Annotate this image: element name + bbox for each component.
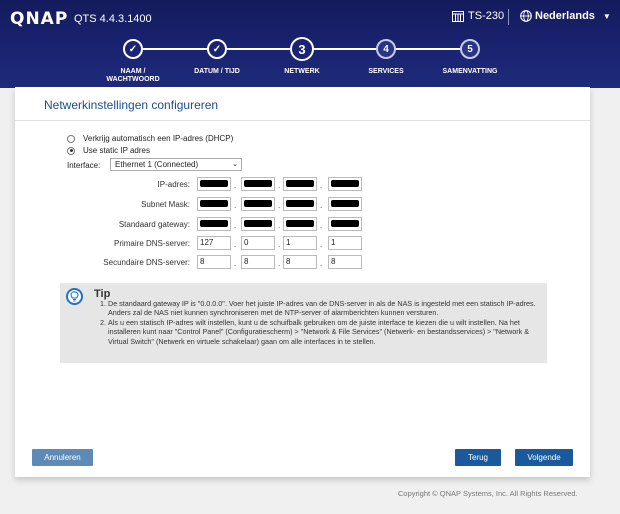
dns-primary-label: Primaire DNS-server: — [113, 239, 190, 248]
interface-select[interactable]: Ethernet 1 (Connected) ⌄ — [110, 158, 242, 171]
radio-static-option[interactable]: Use static IP adres — [67, 146, 150, 155]
interface-value: Ethernet 1 (Connected) — [115, 160, 199, 169]
octet-dot: . — [234, 181, 237, 190]
dns-secondary-label: Secundaire DNS-server: — [103, 258, 190, 267]
chevron-down-icon: ▼ — [602, 11, 611, 21]
title-divider — [15, 120, 590, 121]
tip-item: Als u een statisch IP-adres wilt instell… — [108, 318, 538, 346]
octet-dot: . — [234, 240, 237, 249]
ip-address-octet-3[interactable] — [283, 177, 317, 191]
device-info[interactable]: TS-230 — [452, 10, 504, 22]
redaction-mark — [244, 180, 272, 187]
subnet-mask-octet-3[interactable] — [283, 197, 317, 211]
globe-icon — [520, 10, 532, 22]
radio-dhcp[interactable] — [67, 134, 75, 143]
octet-dot: . — [278, 221, 281, 230]
header-divider — [508, 9, 509, 25]
tip-item: De standaard gateway IP is "0.0.0.0". Vo… — [108, 299, 538, 318]
language-label: Nederlands — [535, 10, 595, 22]
octet-dot: . — [320, 259, 323, 268]
radio-static-label: Use static IP adres — [83, 146, 150, 155]
interface-label: Interface: — [67, 161, 101, 170]
wizard-panel: Netwerkinstellingen configureren Verkrij… — [15, 87, 590, 477]
octet-dot: . — [278, 240, 281, 249]
octet-dot: . — [234, 221, 237, 230]
octet-dot: . — [234, 201, 237, 210]
step-3-circle: 3 — [290, 37, 314, 61]
page-title: Netwerkinstellingen configureren — [44, 98, 219, 112]
dns-primary-octet-2[interactable]: 0 — [241, 236, 275, 250]
octet-dot: . — [278, 201, 281, 210]
subnet-mask-octet-4[interactable] — [328, 197, 362, 211]
redaction-mark — [286, 180, 314, 187]
redaction-mark — [286, 220, 314, 227]
radio-static[interactable] — [67, 146, 75, 155]
subnet-mask-label: Subnet Mask: — [141, 200, 190, 209]
gateway-label: Standaard gateway: — [118, 220, 190, 229]
device-name: TS-230 — [468, 10, 505, 22]
tip-list: De standaard gateway IP is "0.0.0.0". Vo… — [98, 299, 538, 346]
next-button[interactable]: Volgende — [515, 449, 573, 466]
dns-secondary-octet-3[interactable]: 8 — [283, 255, 317, 269]
chevron-down-icon: ⌄ — [232, 161, 238, 168]
subnet-mask-octet-2[interactable] — [241, 197, 275, 211]
dns-primary-octet-4[interactable]: 1 — [328, 236, 362, 250]
step-2-circle: ✓ — [207, 39, 227, 59]
redaction-mark — [200, 220, 228, 227]
back-button[interactable]: Terug — [455, 449, 501, 466]
firmware-version: QTS 4.4.3.1400 — [74, 13, 152, 25]
step-5-label: SAMENVATTING — [442, 68, 498, 75]
redaction-mark — [286, 200, 314, 207]
gateway-octet-1[interactable] — [197, 217, 231, 231]
lightbulb-icon — [66, 288, 83, 305]
step-4-circle: 4 — [376, 39, 396, 59]
tip-box: Tip De standaard gateway IP is "0.0.0.0"… — [60, 283, 547, 363]
redaction-mark — [244, 220, 272, 227]
octet-dot: . — [320, 240, 323, 249]
gateway-octet-3[interactable] — [283, 217, 317, 231]
dns-secondary-octet-1[interactable]: 8 — [197, 255, 231, 269]
octet-dot: . — [320, 201, 323, 210]
dns-secondary-octet-2[interactable]: 8 — [241, 255, 275, 269]
radio-dhcp-label: Verkrijg automatisch een IP-adres (DHCP) — [83, 134, 234, 143]
qnap-logo: QNAP — [10, 9, 69, 29]
ip-address-label: IP-adres: — [157, 180, 190, 189]
step-1-circle: ✓ — [123, 39, 143, 59]
dns-primary-octet-3[interactable]: 1 — [283, 236, 317, 250]
dns-primary-octet-1[interactable]: 127 — [197, 236, 231, 250]
redaction-mark — [331, 200, 359, 207]
octet-dot: . — [234, 259, 237, 268]
ip-address-octet-1[interactable] — [197, 177, 231, 191]
octet-dot: . — [278, 181, 281, 190]
octet-dot: . — [320, 181, 323, 190]
cancel-button[interactable]: Annuleren — [32, 449, 93, 466]
redaction-mark — [200, 200, 228, 207]
octet-dot: . — [320, 221, 323, 230]
copyright-text: Copyright © QNAP Systems, Inc. All Right… — [398, 489, 578, 498]
redaction-mark — [331, 180, 359, 187]
octet-dot: . — [278, 259, 281, 268]
server-icon — [452, 10, 464, 22]
ip-address-octet-4[interactable] — [328, 177, 362, 191]
step-5-circle: 5 — [460, 39, 480, 59]
redaction-mark — [244, 200, 272, 207]
radio-dhcp-option[interactable]: Verkrijg automatisch een IP-adres (DHCP) — [67, 134, 233, 143]
subnet-mask-octet-1[interactable] — [197, 197, 231, 211]
ip-address-octet-2[interactable] — [241, 177, 275, 191]
gateway-octet-2[interactable] — [241, 217, 275, 231]
redaction-mark — [331, 220, 359, 227]
language-selector[interactable]: Nederlands ▼ — [520, 10, 611, 22]
dns-secondary-octet-4[interactable]: 8 — [328, 255, 362, 269]
redaction-mark — [200, 180, 228, 187]
gateway-octet-4[interactable] — [328, 217, 362, 231]
header-bar: QNAP QTS 4.4.3.1400 TS-230 Nederlands ▼ … — [0, 0, 620, 88]
